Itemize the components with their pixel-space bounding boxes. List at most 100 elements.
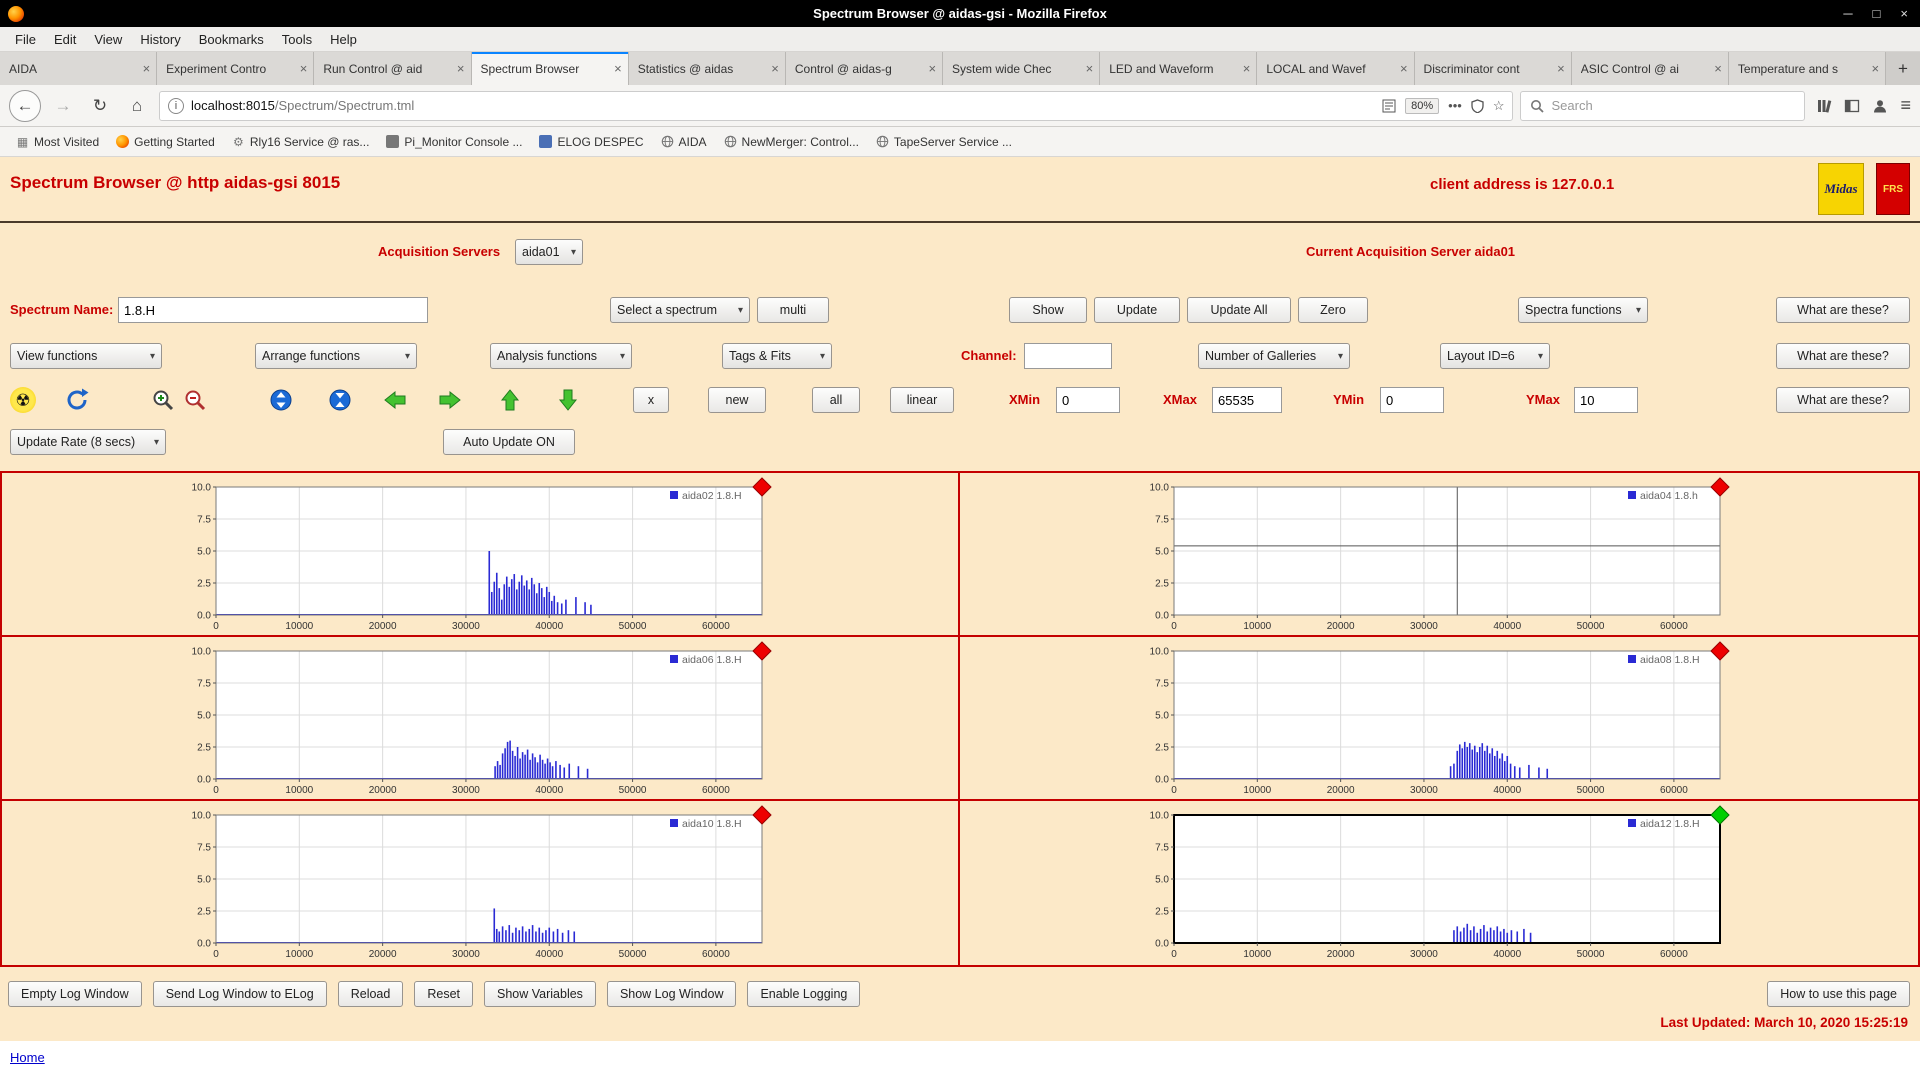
enable-logging-button[interactable]: Enable Logging	[747, 981, 860, 1007]
tab-10[interactable]: Discriminator cont×	[1415, 52, 1572, 85]
xmax-input[interactable]	[1212, 387, 1282, 413]
url-bar[interactable]: i localhost:8015/Spectrum/Spectrum.tml 8…	[159, 91, 1513, 121]
tab-close-icon[interactable]: ×	[928, 61, 936, 76]
tab-3[interactable]: Run Control @ aid×	[314, 52, 471, 85]
tab-close-icon[interactable]: ×	[614, 61, 622, 76]
tab-close-icon[interactable]: ×	[143, 61, 151, 76]
tab-close-icon[interactable]: ×	[1714, 61, 1722, 76]
tab-12[interactable]: Temperature and s×	[1729, 52, 1886, 85]
tab-11[interactable]: ASIC Control @ ai×	[1572, 52, 1729, 85]
minimize-button[interactable]: ─	[1843, 6, 1852, 21]
gallery-cell-aida10[interactable]: 01000020000300004000050000600000.02.55.0…	[2, 801, 960, 965]
tab-close-icon[interactable]: ×	[1557, 61, 1565, 76]
ymin-input[interactable]	[1380, 387, 1444, 413]
show-button[interactable]: Show	[1009, 297, 1087, 323]
x-button[interactable]: x	[633, 387, 669, 413]
update-button[interactable]: Update	[1094, 297, 1180, 323]
linear-button[interactable]: linear	[890, 387, 954, 413]
bookmark-aida[interactable]: AIDA	[654, 132, 714, 152]
bookmark-getting-started[interactable]: Getting Started	[109, 132, 222, 152]
analysis-functions-dropdown[interactable]: Analysis functions▾	[490, 343, 632, 369]
gallery-cell-aida12[interactable]: 01000020000300004000050000600000.02.55.0…	[960, 801, 1918, 965]
empty-log-window-button[interactable]: Empty Log Window	[8, 981, 142, 1007]
tab-4[interactable]: Spectrum Browser×	[472, 52, 629, 85]
zoom-level-indicator[interactable]: 80%	[1405, 98, 1439, 114]
reload-button[interactable]: Reload	[338, 981, 404, 1007]
new-tab-button[interactable]: +	[1886, 52, 1920, 85]
spectra-functions-dropdown[interactable]: Spectra functions▾	[1518, 297, 1648, 323]
layout-id-dropdown[interactable]: Layout ID=6▾	[1440, 343, 1550, 369]
tab-close-icon[interactable]: ×	[1086, 61, 1094, 76]
tab-9[interactable]: LOCAL and Wavef×	[1257, 52, 1414, 85]
multi-button[interactable]: multi	[757, 297, 829, 323]
library-icon[interactable]	[1816, 98, 1832, 114]
reload-button[interactable]: ↻	[85, 91, 115, 121]
tab-8[interactable]: LED and Waveform×	[1100, 52, 1257, 85]
view-functions-dropdown[interactable]: View functions▾	[10, 343, 162, 369]
xmin-input[interactable]	[1056, 387, 1120, 413]
bookmark-star-icon[interactable]: ☆	[1493, 98, 1505, 114]
zoom-in-icon[interactable]	[150, 387, 176, 413]
tab-close-icon[interactable]: ×	[1243, 61, 1251, 76]
zoom-out-icon[interactable]	[182, 387, 208, 413]
tab-close-icon[interactable]: ×	[1400, 61, 1408, 76]
bookmark-pi-monitor-console[interactable]: Pi_Monitor Console ...	[379, 132, 529, 152]
expand-y-icon[interactable]	[268, 387, 294, 413]
select-spectrum-dropdown[interactable]: Select a spectrum▾	[610, 297, 750, 323]
radiation-icon[interactable]: ☢	[10, 387, 36, 413]
zero-button[interactable]: Zero	[1298, 297, 1368, 323]
how-to-use-button[interactable]: How to use this page	[1767, 981, 1910, 1007]
gallery-cell-aida04[interactable]: 01000020000300004000050000600000.02.55.0…	[960, 473, 1918, 637]
arrow-up-icon[interactable]	[497, 387, 523, 413]
spectrum-name-input[interactable]	[118, 297, 428, 323]
account-icon[interactable]	[1872, 98, 1888, 114]
send-log-window-to-elog-button[interactable]: Send Log Window to ELog	[153, 981, 327, 1007]
tab-close-icon[interactable]: ×	[1871, 61, 1879, 76]
search-bar[interactable]: Search	[1520, 91, 1805, 121]
ymax-input[interactable]	[1574, 387, 1638, 413]
bookmark-tapeserver-service[interactable]: TapeServer Service ...	[869, 132, 1019, 152]
page-actions-icon[interactable]: •••	[1448, 98, 1462, 113]
menu-history[interactable]: History	[131, 29, 189, 50]
what-are-these-button-3[interactable]: What are these?	[1776, 387, 1910, 413]
arrow-down-icon[interactable]	[555, 387, 581, 413]
new-button[interactable]: new	[708, 387, 766, 413]
tags-fits-dropdown[interactable]: Tags & Fits▾	[722, 343, 832, 369]
channel-input[interactable]	[1024, 343, 1112, 369]
all-button[interactable]: all	[812, 387, 860, 413]
back-button[interactable]: ←	[9, 90, 41, 122]
home-link[interactable]: Home	[10, 1050, 45, 1065]
menu-file[interactable]: File	[6, 29, 45, 50]
compress-y-icon[interactable]	[327, 387, 353, 413]
menu-tools[interactable]: Tools	[273, 29, 321, 50]
update-all-button[interactable]: Update All	[1187, 297, 1291, 323]
tab-6[interactable]: Control @ aidas-g×	[786, 52, 943, 85]
reader-mode-icon[interactable]	[1382, 99, 1396, 113]
maximize-button[interactable]: □	[1873, 6, 1881, 21]
acquisition-server-select[interactable]: aida01▾	[515, 239, 583, 265]
update-rate-dropdown[interactable]: Update Rate (8 secs)▾	[10, 429, 166, 455]
bookmark-most-visited[interactable]: ▦Most Visited	[9, 132, 106, 152]
gallery-cell-aida02[interactable]: 01000020000300004000050000600000.02.55.0…	[2, 473, 960, 637]
tab-close-icon[interactable]: ×	[457, 61, 465, 76]
arrange-functions-dropdown[interactable]: Arrange functions▾	[255, 343, 417, 369]
reset-button[interactable]: Reset	[414, 981, 473, 1007]
menu-bookmarks[interactable]: Bookmarks	[190, 29, 273, 50]
bookmark-elog-despec[interactable]: ELOG DESPEC	[532, 132, 650, 152]
menu-help[interactable]: Help	[321, 29, 366, 50]
arrow-left-icon[interactable]	[382, 387, 408, 413]
auto-update-button[interactable]: Auto Update ON	[443, 429, 575, 455]
shield-icon[interactable]	[1471, 99, 1484, 113]
home-button[interactable]: ⌂	[122, 91, 152, 121]
menu-hamburger-icon[interactable]: ≡	[1900, 95, 1911, 116]
menu-edit[interactable]: Edit	[45, 29, 85, 50]
show-variables-button[interactable]: Show Variables	[484, 981, 596, 1007]
sidebar-toggle-icon[interactable]	[1844, 98, 1860, 114]
refresh-icon[interactable]	[64, 387, 90, 413]
number-of-galleries-dropdown[interactable]: Number of Galleries▾	[1198, 343, 1350, 369]
tab-close-icon[interactable]: ×	[300, 61, 308, 76]
gallery-cell-aida08[interactable]: 01000020000300004000050000600000.02.55.0…	[960, 637, 1918, 801]
tab-7[interactable]: System wide Chec×	[943, 52, 1100, 85]
show-log-window-button[interactable]: Show Log Window	[607, 981, 737, 1007]
tab-close-icon[interactable]: ×	[771, 61, 779, 76]
